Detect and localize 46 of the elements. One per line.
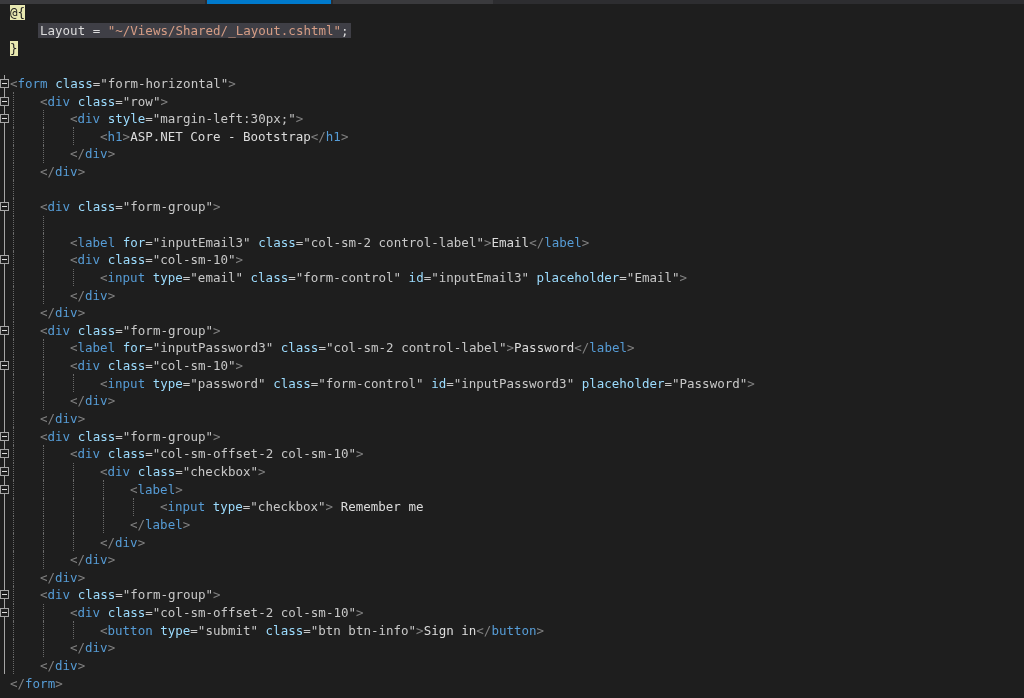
code-line: </div> — [40, 411, 86, 427]
code-line: <form class="form-horizontal"> — [10, 75, 236, 91]
code-line: <div class="col-sm-offset-2 col-sm-10"> — [70, 605, 364, 621]
collapse-icon[interactable] — [0, 431, 9, 441]
code-line: <div class="col-sm-offset-2 col-sm-10"> — [70, 446, 364, 462]
code-line: <div class="row"> — [40, 93, 168, 109]
code-line: <div class="col-sm-10"> — [70, 358, 244, 374]
collapse-icon[interactable] — [0, 484, 9, 494]
code-line: </div> — [40, 305, 86, 321]
code-line: <div style="margin-left:30px;"> — [70, 111, 304, 127]
code-line: </div> — [70, 287, 116, 303]
code-line: <label for="inputEmail3" class="col-sm-2 control-label">Email</label> — [70, 234, 590, 250]
code-line: <input type="checkbox"> Remember me — [160, 499, 424, 515]
code-line: <div class="form-group"> — [40, 199, 221, 215]
code-line: </div> — [70, 146, 116, 162]
code-line: <input type="email" class="form-control" id="inputEmail3" placeholder="Email"> — [100, 269, 688, 285]
collapse-icon[interactable] — [0, 255, 9, 265]
code-line: <div class="form-group"> — [40, 428, 221, 444]
collapse-icon[interactable] — [0, 96, 9, 106]
code-line: <div class="checkbox"> — [100, 463, 266, 479]
code-line: <label for="inputPassword3" class="col-sm-2 control-label">Password</label> — [70, 340, 635, 356]
collapse-icon[interactable] — [0, 114, 9, 124]
collapse-icon[interactable] — [0, 325, 9, 335]
code-line: </form> — [10, 675, 63, 691]
collapse-icon[interactable] — [0, 466, 9, 476]
code-line: <label> — [130, 481, 183, 497]
collapse-icon[interactable] — [0, 608, 9, 618]
code-line: </div> — [40, 164, 86, 180]
collapse-icon[interactable] — [0, 590, 9, 600]
collapse-icon[interactable] — [0, 202, 9, 212]
collapse-icon[interactable] — [0, 449, 9, 459]
code-line: </label> — [130, 516, 191, 532]
code-line: <h1>ASP.NET Core - Bootstrap</h1> — [100, 128, 349, 144]
code-line: </div> — [70, 393, 116, 409]
code-line: <div class="form-group"> — [40, 322, 221, 338]
code-line: </div> — [40, 569, 86, 585]
code-line: </div> — [70, 552, 116, 568]
code-line: </div> — [100, 534, 146, 550]
code-line: <input type="password" class="form-control" id="inputPassword3" placeholder="Password"> — [100, 375, 755, 391]
collapse-icon[interactable] — [0, 78, 9, 88]
collapse-icon[interactable] — [0, 361, 9, 371]
code-line: <div class="col-sm-10"> — [70, 252, 244, 268]
code-line: </div> — [40, 658, 86, 673]
code-line: <div class="form-group"> — [40, 587, 221, 603]
code-line: </div> — [70, 640, 116, 656]
code-line: <button type="submit" class="btn btn-info">Sign in</button> — [100, 622, 545, 638]
